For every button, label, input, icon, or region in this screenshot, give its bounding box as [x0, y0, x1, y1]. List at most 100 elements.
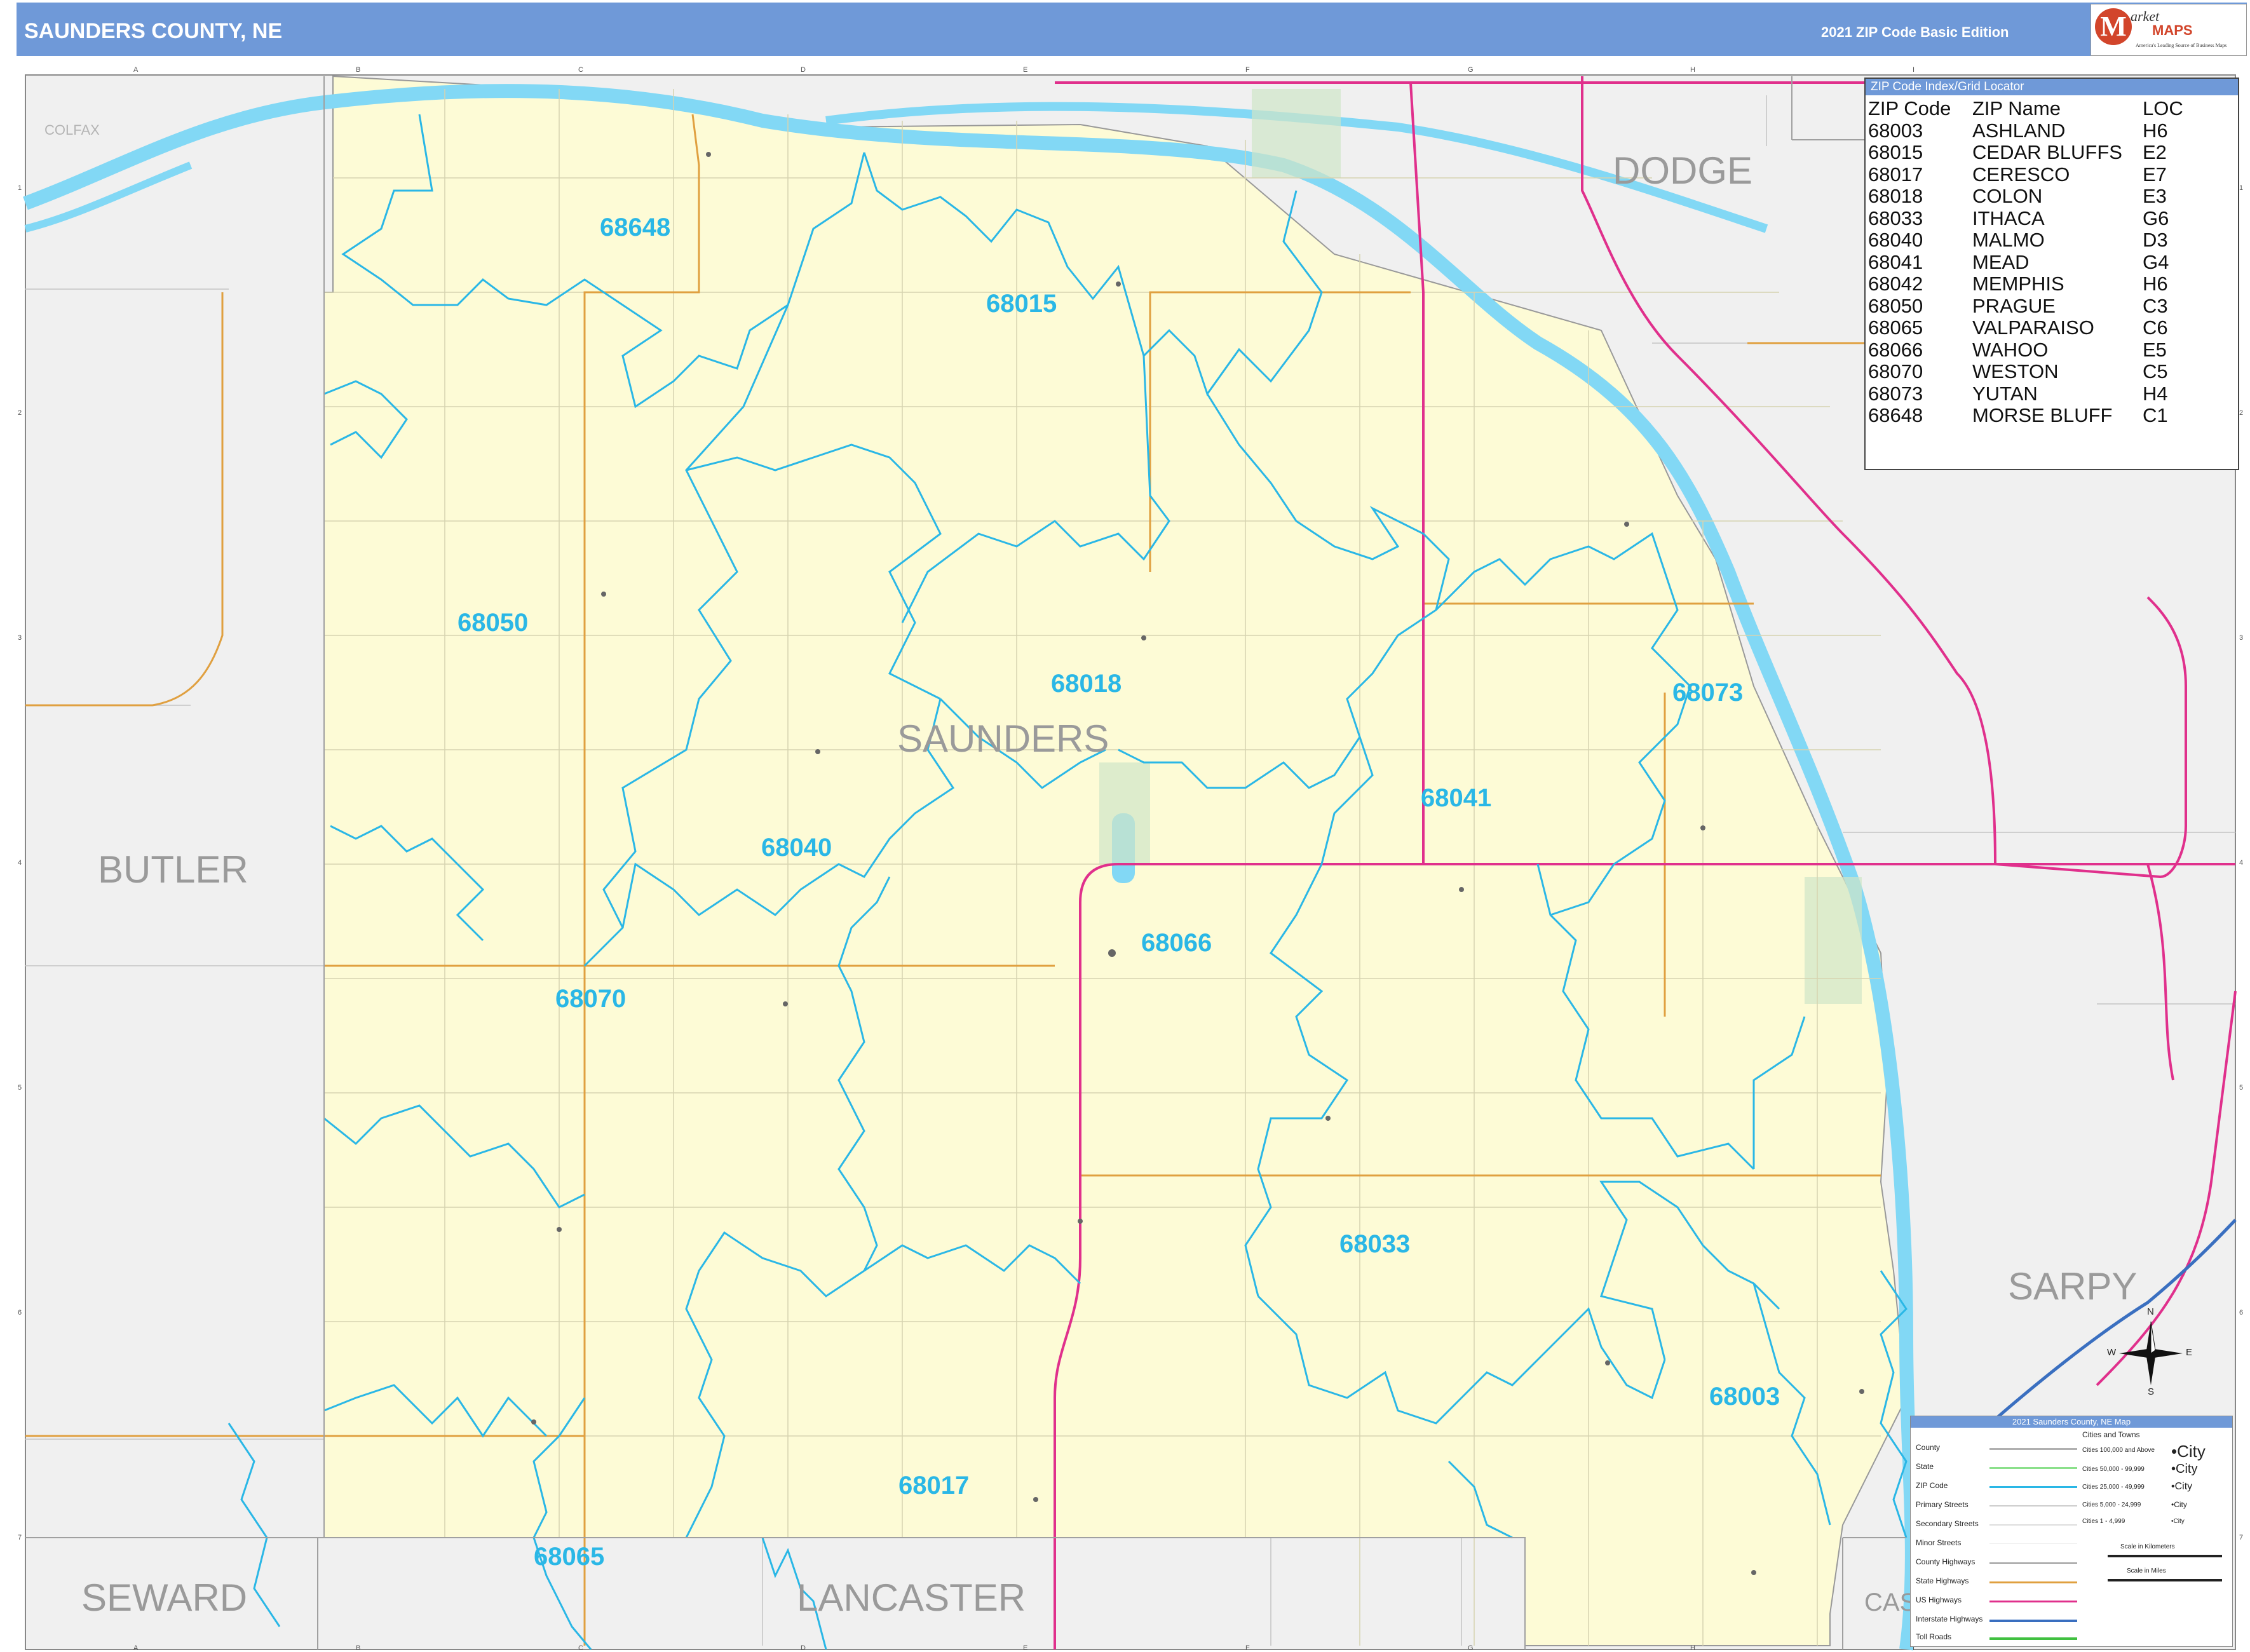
zip-code-index: ZIP Code Index/Grid Locator ZIP Code ZIP… [1864, 78, 2239, 470]
county-label-lancaster: LANCASTER [797, 1576, 1026, 1619]
county-label-sarpy: SARPY [2008, 1265, 2138, 1308]
name-cell: COLON [1972, 185, 2043, 207]
table-row: 68041 MEAD G4 [1868, 250, 2232, 274]
table-row: 68033 ITHACA G6 [1868, 207, 2232, 230]
table-row: 68015 CEDAR BLUFFS E2 [1868, 141, 2232, 164]
zip-cell: 68066 [1868, 338, 1923, 361]
legend-line [1989, 1467, 2077, 1469]
grid-letter: B [356, 66, 361, 74]
zip-label-68018: 68018 [1051, 670, 1122, 698]
legend-row-state-hwy: State Highways [1916, 1576, 1969, 1585]
zip-cell: 68017 [1868, 163, 1923, 186]
grid-number: 2 [18, 409, 22, 417]
legend-line [1989, 1562, 2077, 1564]
grid-number: 3 [18, 634, 22, 642]
grid-letter: C [578, 66, 583, 74]
loc-cell: E3 [2143, 185, 2167, 207]
recreation-area-east [1805, 877, 1862, 1004]
name-cell: MALMO [1972, 229, 2045, 251]
table-row: 68648 MORSE BLUFF C1 [1868, 404, 2232, 427]
scale-km-label: Scale in Kilometers [2120, 1543, 2175, 1550]
grid-letter: D [801, 66, 806, 74]
legend-title: 2021 Saunders County, NE Map [1911, 1416, 2232, 1428]
zip-label-68073: 68073 [1672, 679, 1744, 707]
grid-letter: G [1468, 66, 1474, 74]
legend-line [1989, 1620, 2077, 1622]
legend-line [1989, 1524, 2077, 1526]
loc-cell: H6 [2143, 273, 2168, 295]
grid-letter: B [356, 1644, 361, 1652]
grid-number: 2 [2239, 409, 2244, 417]
zip-label-68041: 68041 [1421, 784, 1492, 812]
legend-row-primary: Primary Streets [1916, 1500, 1969, 1509]
loc-cell: G6 [2143, 207, 2169, 229]
legend-row-toll: Toll Roads [1916, 1632, 1952, 1641]
table-row: 68073 YUTAN H4 [1868, 383, 2232, 405]
zip-cell: 68073 [1868, 382, 1923, 405]
grid-letter: H [1690, 66, 1695, 74]
compass-west: W [2107, 1347, 2117, 1358]
table-row: 68003 ASHLAND H6 [1868, 119, 2232, 142]
zip-cell: 68040 [1868, 229, 1923, 251]
name-cell: CEDAR BLUFFS [1972, 141, 2122, 163]
name-cell: ASHLAND [1972, 119, 2066, 142]
loc-cell: G4 [2143, 250, 2169, 273]
name-cell: MEMPHIS [1972, 273, 2064, 295]
legend-city-size: Cities 100,000 and Above [2082, 1447, 2155, 1454]
map-legend: 2021 Saunders County, NE Map Cities and … [1910, 1416, 2233, 1647]
legend-city-sample: •City [2171, 1442, 2206, 1461]
legend-city-sample: •City [2171, 1481, 2193, 1492]
county-label-cass: CAS [1864, 1588, 1917, 1616]
legend-row-minor: Minor Streets [1916, 1538, 1962, 1547]
zip-index-header-row: ZIP Code ZIP Name LOC [1868, 97, 2232, 120]
zip-cell: 68042 [1868, 273, 1923, 295]
legend-city-size: Cities 50,000 - 99,999 [2082, 1466, 2145, 1473]
zip-cell: 68018 [1868, 185, 1923, 207]
county-label-saunders: SAUNDERS [897, 717, 1109, 760]
grid-number: 1 [2239, 184, 2244, 192]
grid-letter: E [1023, 66, 1028, 74]
grid-letter: H [1690, 1644, 1695, 1652]
grid-letter: A [133, 1644, 139, 1652]
zip-label-68066: 68066 [1141, 929, 1212, 957]
recreation-area-north [1252, 89, 1341, 178]
header-zip-code: ZIP Code [1868, 97, 1951, 119]
grid-letter: A [133, 66, 139, 74]
table-row: 68066 WAHOO E5 [1868, 339, 2232, 362]
grid-number: 6 [2239, 1309, 2244, 1317]
loc-cell: C6 [2143, 316, 2168, 339]
table-row: 68070 WESTON C5 [1868, 360, 2232, 383]
zip-label-68003: 68003 [1709, 1383, 1780, 1411]
loc-cell: D3 [2143, 229, 2168, 251]
zip-cell: 68050 [1868, 294, 1923, 317]
table-row: 68018 COLON E3 [1868, 185, 2232, 208]
legend-line [1989, 1505, 2077, 1506]
zip-cell: 68033 [1868, 207, 1923, 229]
zip-label-68070: 68070 [555, 985, 627, 1013]
scale-bar-mi [2108, 1579, 2222, 1581]
grid-number: 4 [2239, 859, 2244, 867]
name-cell: CERESCO [1972, 163, 2070, 186]
name-cell: PRAGUE [1972, 294, 2056, 317]
grid-letter: E [1023, 1644, 1028, 1652]
loc-cell: C1 [2143, 404, 2168, 426]
county-label-seward: SEWARD [81, 1576, 248, 1619]
grid-number: 4 [18, 859, 22, 867]
loc-cell: E2 [2143, 141, 2167, 163]
grid-letter: I [1913, 66, 1915, 74]
legend-line [1989, 1448, 2077, 1450]
grid-letter: F [1245, 1644, 1250, 1652]
zip-label-68015: 68015 [986, 290, 1057, 318]
grid-number: 5 [18, 1084, 22, 1092]
zip-cell: 68648 [1868, 404, 1923, 426]
zip-index-table: ZIP Code ZIP Name LOC 68003 ASHLAND H6 680… [1868, 97, 2232, 427]
legend-row-zip: ZIP Code [1916, 1481, 1948, 1490]
grid-number: 7 [18, 1534, 22, 1541]
legend-row-interstate: Interstate Highways [1916, 1615, 1983, 1623]
legend-line [1989, 1581, 2077, 1583]
zip-cell: 68070 [1868, 360, 1923, 383]
compass-rose: N S W E [2107, 1306, 2192, 1397]
legend-line [1989, 1637, 2077, 1640]
loc-cell: H6 [2143, 119, 2168, 142]
loc-cell: C5 [2143, 360, 2168, 383]
